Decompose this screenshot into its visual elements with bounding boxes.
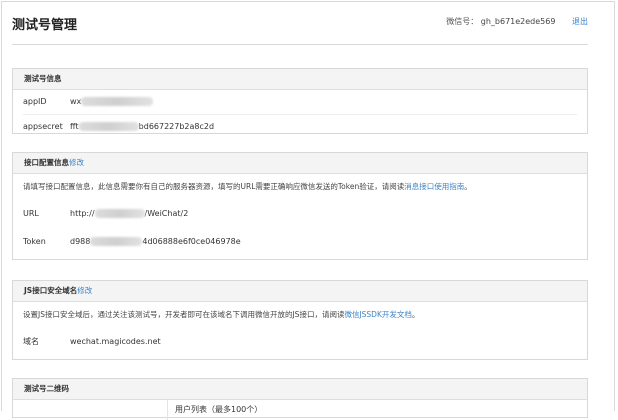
appsecret-label: appsecret <box>23 122 63 131</box>
account-info-panel: 测试号信息 appID wx appsecret fft bd667227b2a8… <box>12 68 588 134</box>
token-label: Token <box>23 237 46 246</box>
user-list-heading: 用户列表（最多100个） <box>175 405 263 414</box>
appid-value: wx <box>70 90 154 114</box>
token-suffix: 4d06888e6f0ce046978e <box>142 237 241 246</box>
qrcode-body: 用户列表（最多100个） <box>13 400 587 420</box>
appsecret-row: appsecret fft bd667227b2a8c2d <box>23 114 577 139</box>
appid-label: appID <box>23 97 47 106</box>
js-domain-heading: JS接口安全域名修改 <box>13 281 587 302</box>
account-label: 微信号： <box>446 17 479 26</box>
js-domain-description-text: 设置JS接口安全域后，通过关注该测试号，开发者即可在该域名下调用微信开放的JS接… <box>23 310 345 319</box>
appsecret-suffix: bd667227b2a8c2d <box>138 122 215 131</box>
description-end: 。 <box>464 182 472 191</box>
interface-config-title: 接口配置信息 <box>24 158 69 167</box>
js-domain-title: JS接口安全域名 <box>24 286 78 295</box>
account-area: 微信号： gh_b671e2ede569 退出 <box>446 16 588 27</box>
url-label: URL <box>23 209 39 218</box>
token-value: d988 4d06888e6f0ce046978e <box>70 228 241 256</box>
appsecret-prefix: fft <box>70 122 79 131</box>
page-header: 测试号管理 微信号： gh_b671e2ede569 退出 <box>12 12 588 45</box>
token-row: Token d988 4d06888e6f0ce046978e <box>23 228 577 256</box>
message-guide-link[interactable]: 消息接口使用指南 <box>404 182 464 191</box>
interface-config-description: 请填写接口配置信息，此信息需要你有自己的服务器资源，填写的URL需要正确响应微信… <box>23 174 577 200</box>
url-value: http:// /WeiChat/2 <box>70 200 188 228</box>
js-domain-description: 设置JS接口安全域后，通过关注该测试号，开发者即可在该域名下调用微信开放的JS接… <box>23 302 577 328</box>
appsecret-value: fft bd667227b2a8c2d <box>70 115 214 139</box>
logout-link[interactable]: 退出 <box>572 17 588 26</box>
redacted-block <box>94 209 145 218</box>
redacted-block <box>78 122 139 131</box>
jssdk-doc-link[interactable]: 微信JSSDK开发文档 <box>344 310 411 319</box>
account-info-heading: 测试号信息 <box>13 69 587 90</box>
interface-config-panel: 接口配置信息修改 请填写接口配置信息，此信息需要你有自己的服务器资源，填写的UR… <box>12 152 588 260</box>
qrcode-title: 测试号二维码 <box>24 384 69 393</box>
js-domain-panel: JS接口安全域名修改 设置JS接口安全域后，通过关注该测试号，开发者即可在该域名… <box>12 280 588 360</box>
url-prefix: http:// <box>70 209 95 218</box>
redacted-block <box>81 97 154 106</box>
appid-prefix: wx <box>70 97 82 106</box>
interface-config-heading: 接口配置信息修改 <box>13 153 587 174</box>
description-end: 。 <box>411 310 420 319</box>
interface-config-description-text: 请填写接口配置信息，此信息需要你有自己的服务器资源，填写的URL需要正确响应微信… <box>23 182 405 191</box>
redacted-block <box>90 237 143 246</box>
qrcode-divider <box>167 400 168 420</box>
domain-row: 域名 wechat.magicodes.net <box>23 328 577 356</box>
page-title: 测试号管理 <box>12 18 78 33</box>
qrcode-panel: 测试号二维码 用户列表（最多100个） <box>12 378 588 420</box>
js-domain-edit-link[interactable]: 修改 <box>77 286 92 295</box>
token-prefix: d988 <box>70 237 91 246</box>
interface-config-edit-link[interactable]: 修改 <box>69 158 84 167</box>
account-info-title: 测试号信息 <box>24 74 62 83</box>
appid-row: appID wx <box>23 90 577 114</box>
url-row: URL http:// /WeiChat/2 <box>23 200 577 228</box>
domain-label: 域名 <box>23 337 39 346</box>
domain-value: wechat.magicodes.net <box>70 337 161 346</box>
qrcode-heading: 测试号二维码 <box>13 379 587 400</box>
account-id: gh_b671e2ede569 <box>480 17 556 26</box>
url-suffix: /WeiChat/2 <box>144 209 189 218</box>
